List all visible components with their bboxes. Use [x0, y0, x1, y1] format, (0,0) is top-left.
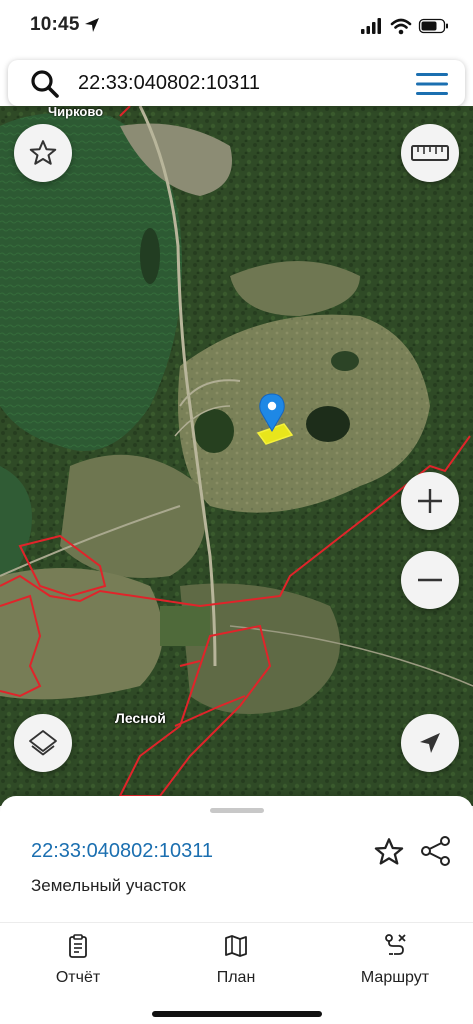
parcel-bottom-sheet[interactable]: 22:33:040802:10311 Земельный участок Отч… [0, 796, 473, 1024]
search-input[interactable]: 22:33:040802:10311 [78, 72, 260, 95]
tab-plan[interactable]: План [166, 933, 306, 993]
satellite-map[interactable]: Чирково Лесной [0, 106, 473, 806]
layers-button[interactable] [14, 714, 72, 772]
tab-report-label: Отчёт [55, 969, 101, 986]
report-icon [69, 934, 87, 958]
tab-route-label: Маршрут [360, 969, 430, 986]
zoom-in-button[interactable] [401, 472, 459, 530]
menu-icon[interactable] [415, 71, 449, 97]
bottom-tab-bar: Отчёт План Маршрут [0, 922, 473, 1024]
map-plan-icon [225, 935, 247, 957]
map-place-label-top: Чирково [48, 106, 104, 119]
tab-plan-label: План [216, 969, 256, 986]
map-canvas[interactable] [0, 106, 473, 806]
zoom-out-button[interactable] [401, 551, 459, 609]
cellular-signal-icon [361, 18, 381, 34]
navigation-arrow-icon [420, 733, 440, 753]
status-time: 10:45 [30, 14, 80, 35]
route-icon [385, 934, 406, 955]
favorite-button[interactable] [14, 124, 72, 182]
my-location-button[interactable] [401, 714, 459, 772]
search-icon[interactable] [30, 69, 60, 99]
star-icon [29, 140, 57, 165]
home-indicator[interactable] [152, 1011, 322, 1017]
plus-icon [418, 489, 442, 513]
parcel-id[interactable]: 22:33:040802:10311 [31, 840, 213, 863]
sheet-grabber[interactable] [210, 808, 264, 813]
parcel-type: Земельный участок [31, 876, 186, 895]
battery-icon [418, 18, 448, 34]
layers-icon [29, 730, 57, 756]
tab-route[interactable]: Маршрут [325, 933, 465, 993]
map-place-label: Лесной [115, 710, 166, 726]
tab-report[interactable]: Отчёт [8, 933, 148, 993]
status-bar: 10:45 [0, 0, 473, 52]
search-bar[interactable]: 22:33:040802:10311 [8, 60, 465, 106]
minus-icon [418, 578, 442, 582]
wifi-icon [390, 18, 412, 35]
status-icons [361, 18, 448, 35]
ruler-icon [411, 145, 449, 161]
star-icon[interactable] [372, 836, 406, 868]
measure-button[interactable] [401, 124, 459, 182]
share-icon[interactable] [419, 834, 453, 868]
location-arrow-icon [85, 18, 99, 32]
